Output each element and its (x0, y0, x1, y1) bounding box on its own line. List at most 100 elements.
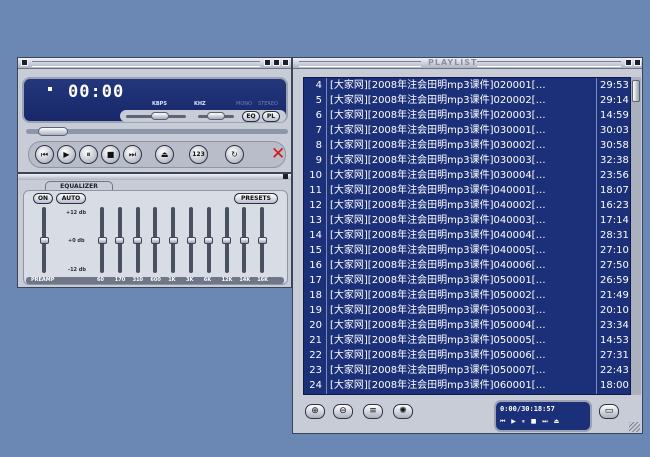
eq-close-icon[interactable] (283, 174, 288, 179)
playlist-item[interactable]: 20 [大家网][2008年注会田明mp3课件]050004[… 23:34 (304, 318, 630, 333)
eq-band-slider[interactable] (186, 236, 196, 244)
preamp-slider[interactable] (39, 236, 49, 244)
time-display[interactable]: 00:00 (68, 82, 124, 102)
khz-label: KHZ (194, 101, 206, 107)
exit-icon[interactable]: ✕ (271, 145, 285, 164)
eq-band-slider[interactable] (150, 236, 160, 244)
playlist-item-number: 23 (309, 365, 322, 376)
pause-button[interactable]: ⏸ (79, 145, 98, 164)
playlist-item[interactable]: 7 [大家网][2008年注会田明mp3课件]030001[… 30:03 (304, 123, 630, 138)
add-button[interactable]: ⊕ (305, 404, 325, 419)
playlist-item[interactable]: 9 [大家网][2008年注会田明mp3课件]030003[… 32:38 (304, 153, 630, 168)
equalizer-window: EQUALIZER ON AUTO PRESETS +12 db +0 db -… (17, 173, 292, 288)
playlist-item[interactable]: 17 [大家网][2008年注会田明mp3课件]050001[… 26:59 (304, 273, 630, 288)
playlist-item[interactable]: 18 [大家网][2008年注会田明mp3课件]050002[… 21:49 (304, 288, 630, 303)
select-icon: ≡ (369, 406, 377, 416)
playlist-item[interactable]: 15 [大家网][2008年注会田明mp3课件]040005[… 27:10 (304, 243, 630, 258)
remove-button[interactable]: ⊖ (333, 404, 353, 419)
eq-band-slider[interactable] (97, 236, 107, 244)
eq-band-slider[interactable] (204, 236, 214, 244)
previous-button[interactable]: ⏮ (35, 145, 54, 164)
playlist-item[interactable]: 4 [大家网][2008年注会田明mp3课件]020001[… 29:53 (304, 78, 630, 93)
shade-icon[interactable] (273, 59, 280, 66)
eq-presets-button[interactable]: PRESETS (234, 193, 278, 204)
playlist-item[interactable]: 23 [大家网][2008年注会田明mp3课件]050007[… 22:43 (304, 363, 630, 378)
eq-band-slider[interactable] (115, 236, 125, 244)
playlist-item-number: 22 (309, 350, 322, 361)
playlist-item-number: 7 (315, 125, 322, 136)
playlist-scroll-thumb[interactable] (632, 80, 640, 102)
eq-toggle-button[interactable]: EQ (242, 111, 260, 122)
eject-button[interactable]: ⏏ (155, 145, 174, 164)
repeat-icon: ↻ (231, 150, 238, 159)
playlist-item[interactable]: 24 [大家网][2008年注会田明mp3课件]060001[… 18:00 (304, 378, 630, 393)
list-options-button[interactable]: ▭ (599, 404, 619, 419)
playlist-item-duration: 26:59 (600, 275, 629, 286)
stop-icon: ■ (106, 150, 115, 159)
playlist-list: 4 [大家网][2008年注会田明mp3课件]020001[… 29:53 5 [大家网… (303, 77, 631, 395)
playlist-item[interactable]: 19 [大家网][2008年注会田明mp3课件]050003[… 20:10 (304, 303, 630, 318)
playlist-item[interactable]: 5 [大家网][2008年注会田明mp3课件]020002[… 29:14 (304, 93, 630, 108)
playlist-item-duration: 23:34 (600, 320, 629, 331)
pl-close-icon[interactable] (634, 59, 641, 66)
playlist-item-duration: 29:14 (600, 95, 629, 106)
playlist-item[interactable]: 6 [大家网][2008年注会田明mp3课件]020003[… 14:59 (304, 108, 630, 123)
minimize-icon[interactable] (264, 59, 271, 66)
misc-button[interactable]: ✺ (393, 404, 413, 419)
playlist-item-title: [大家网][2008年注会田明mp3课件]030002[… (330, 140, 546, 151)
playlist-item[interactable]: 14 [大家网][2008年注会田明mp3课件]040004[… 28:31 (304, 228, 630, 243)
playlist-item[interactable]: 13 [大家网][2008年注会田明mp3课件]040003[… 17:14 (304, 213, 630, 228)
playlist-item[interactable]: 16 [大家网][2008年注会田明mp3课件]040006[… 27:50 (304, 258, 630, 273)
menu-icon[interactable] (21, 59, 28, 66)
playlist-item[interactable]: 11 [大家网][2008年注会田明mp3课件]040001[… 18:07 (304, 183, 630, 198)
playlist-item-number: 24 (309, 380, 322, 391)
playlist-item[interactable]: 22 [大家网][2008年注会田明mp3课件]050006[… 27:31 (304, 348, 630, 363)
db-mid-label: +0 db (68, 238, 85, 244)
eq-band-slider[interactable] (222, 236, 232, 244)
stereo-label: STEREO (258, 101, 278, 107)
eject-icon: ⏏ (160, 150, 169, 159)
play-button[interactable]: ▶ (57, 145, 76, 164)
eq-frequency-label: 60 (97, 277, 104, 283)
volume-slider[interactable] (151, 112, 170, 120)
playlist-item-title: [大家网][2008年注会田明mp3课件]050001[… (330, 275, 546, 286)
eq-band-slider[interactable] (133, 236, 143, 244)
playlist-item-number: 13 (309, 215, 322, 226)
player-titlebar[interactable] (18, 58, 291, 69)
play-icon: ▶ (63, 150, 70, 159)
eq-on-button[interactable]: ON (33, 193, 53, 204)
playlist-item[interactable]: 21 [大家网][2008年注会田明mp3课件]050005[… 14:53 (304, 333, 630, 348)
stop-button[interactable]: ■ (101, 145, 120, 164)
balance-slider[interactable] (207, 112, 225, 120)
playlist-item[interactable]: 8 [大家网][2008年注会田明mp3课件]030002[… 30:58 (304, 138, 630, 153)
playlist-item-number: 16 (309, 260, 322, 271)
select-button[interactable]: ≡ (363, 404, 383, 419)
resize-grip[interactable] (629, 422, 640, 432)
eq-auto-button[interactable]: AUTO (56, 193, 86, 204)
playlist-item-title: [大家网][2008年注会田明mp3课件]040003[… (330, 215, 546, 226)
playlist-item-title: [大家网][2008年注会田明mp3课件]030001[… (330, 125, 546, 136)
playlist-item-number: 17 (309, 275, 322, 286)
seek-slider[interactable] (37, 127, 68, 136)
eq-band-slider[interactable] (239, 236, 249, 244)
eq-band-slider[interactable] (168, 236, 178, 244)
playlist-item-duration: 27:50 (600, 260, 629, 271)
playlist-item-title: [大家网][2008年注会田明mp3课件]050003[… (330, 305, 546, 316)
eq-frequency-label: 170 (114, 277, 126, 283)
next-button[interactable]: ⏭ (123, 145, 142, 164)
pl-shade-icon[interactable] (625, 59, 632, 66)
playlist-item[interactable]: 10 [大家网][2008年注会田明mp3课件]030004[… 23:56 (304, 168, 630, 183)
eq-band-slider[interactable] (257, 236, 267, 244)
mini-controls[interactable]: ⏮ ▶ ⏸ ■ ⏭ ⏏ (500, 418, 561, 426)
eq-titlebar[interactable] (18, 174, 291, 180)
playlist-scrollbar[interactable] (631, 77, 641, 395)
transport-controls: ⏮ ▶ ⏸ ■ ⏭ ⏏ 123 ↻ ✕ (28, 141, 286, 168)
eq-frequency-label: 16K (257, 277, 269, 283)
volume-balance-area: EQ PL (120, 110, 286, 122)
close-icon[interactable] (282, 59, 289, 66)
pl-toggle-button[interactable]: PL (262, 111, 280, 122)
repeat-button[interactable]: ↻ (225, 145, 244, 164)
playlist-item[interactable]: 12 [大家网][2008年注会田明mp3课件]040002[… 16:23 (304, 198, 630, 213)
playlist-titlebar[interactable]: PLAYLIST (293, 58, 642, 69)
shuffle-button[interactable]: 123 (189, 145, 208, 164)
